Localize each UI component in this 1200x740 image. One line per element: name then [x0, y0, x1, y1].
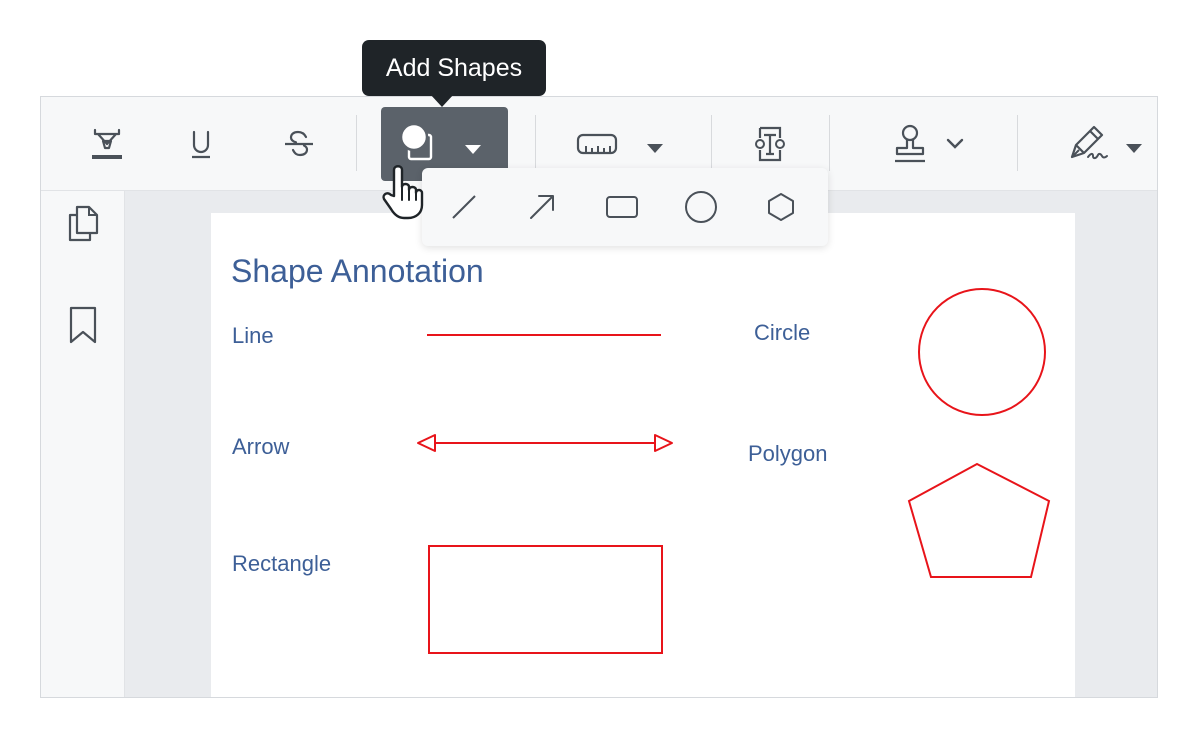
- strikethrough-tool-button[interactable]: [273, 97, 325, 191]
- pages-icon: [68, 205, 99, 242]
- left-sidebar: [41, 191, 125, 697]
- strikethrough-icon: [285, 130, 313, 157]
- toolbar-divider: [356, 115, 357, 171]
- rectangle-label: Rectangle: [232, 551, 332, 576]
- circle-icon: [685, 191, 717, 223]
- toolbar-divider: [1017, 115, 1018, 171]
- document-page: Shape Annotation Line Arrow Rectangle Ci…: [211, 213, 1075, 697]
- rectangle-icon: [606, 196, 638, 218]
- line-annotation[interactable]: [421, 328, 661, 342]
- circle-label: Circle: [754, 320, 811, 345]
- stamp-icon: [895, 124, 925, 163]
- caret-down-icon: [1126, 144, 1142, 153]
- chevron-down-icon: [946, 138, 964, 149]
- circle-annotation[interactable]: [915, 285, 1049, 419]
- toolbar-divider: [535, 115, 536, 171]
- polygon-icon: [768, 193, 794, 221]
- text-box-icon: [755, 126, 785, 162]
- line-label: Line: [232, 323, 274, 348]
- arrow-annotation[interactable]: [411, 428, 681, 458]
- shape-rectangle-option[interactable]: [598, 183, 646, 231]
- add-shapes-tooltip: Add Shapes: [362, 40, 546, 96]
- shape-arrow-option[interactable]: [518, 183, 566, 231]
- line-icon: [452, 195, 476, 219]
- signature-tool-button[interactable]: [1053, 97, 1153, 191]
- stamp-tool-button[interactable]: [871, 97, 981, 191]
- pages-panel-button[interactable]: [61, 201, 105, 245]
- highlight-tool-button[interactable]: [81, 97, 133, 191]
- bookmarks-panel-button[interactable]: [61, 303, 105, 347]
- highlight-icon: [92, 128, 122, 159]
- page-title: Shape Annotation: [231, 253, 484, 289]
- caret-down-icon: [647, 144, 663, 153]
- underline-tool-button[interactable]: [175, 97, 227, 191]
- caret-down-icon: [465, 145, 481, 154]
- bookmark-icon: [69, 306, 97, 344]
- toolbar-divider: [711, 115, 712, 171]
- signature-pen-icon: [1070, 125, 1108, 160]
- shape-circle-option[interactable]: [677, 183, 725, 231]
- document-canvas: Shape Annotation Line Arrow Rectangle Ci…: [125, 191, 1157, 697]
- polygon-label: Polygon: [748, 441, 828, 466]
- polygon-annotation[interactable]: [905, 461, 1053, 583]
- underline-icon: [192, 130, 210, 159]
- arrow-label: Arrow: [232, 434, 290, 459]
- rectangle-annotation[interactable]: [427, 544, 665, 656]
- hand-pointer-cursor-icon: [382, 165, 424, 220]
- shape-line-option[interactable]: [440, 183, 488, 231]
- tooltip-text: Add Shapes: [385, 53, 523, 82]
- add-shapes-icon: [399, 123, 433, 161]
- shape-polygon-option[interactable]: [757, 183, 805, 231]
- tooltip-pointer: [430, 94, 454, 107]
- toolbar-divider: [829, 115, 830, 171]
- measure-ruler-icon: [576, 133, 618, 155]
- shape-type-menu: [422, 168, 828, 246]
- arrow-icon: [530, 195, 554, 219]
